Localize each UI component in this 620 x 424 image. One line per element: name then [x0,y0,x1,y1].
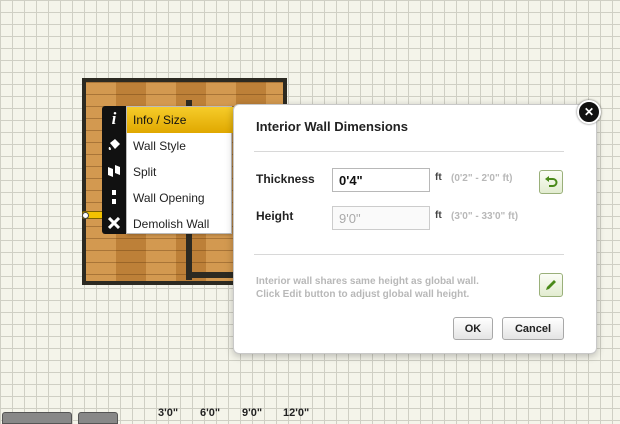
ruler-label: 9'0" [242,407,263,419]
pencil-icon [546,280,556,290]
menu-item-wall-style[interactable]: Wall Style [127,133,231,159]
ok-button[interactable]: OK [453,317,493,340]
edit-global-height-button[interactable] [539,273,563,297]
wall-endpoint-handle[interactable] [82,212,89,219]
height-unit: ft [435,210,442,221]
height-range: (3'0" - 33'0" ft) [451,211,519,222]
menu-item-split[interactable]: Split [127,159,231,185]
bottom-toolbar-tab[interactable] [78,412,118,424]
close-dialog-icon[interactable]: ✕ [577,100,601,124]
height-input [332,206,430,230]
reset-thickness-button[interactable] [539,170,563,194]
paint-bucket-icon[interactable] [102,132,126,158]
height-label: Height [256,209,294,223]
global-wall-note: Interior wall shares same height as glob… [256,275,526,301]
info-icon[interactable]: i [102,106,126,132]
cancel-button[interactable]: Cancel [502,317,564,340]
dialog-title: Interior Wall Dimensions [256,119,408,134]
divider [254,254,564,255]
menu-item-wall-opening[interactable]: Wall Opening [127,185,231,211]
divider [254,151,564,152]
context-menu-icon-bar: i [102,106,126,234]
ruler-label: 12'0" [283,407,310,419]
split-icon[interactable] [102,158,126,184]
menu-item-info-size[interactable]: Info / Size [127,107,247,133]
context-menu: Info / Size Wall Style Split Wall Openin… [126,106,247,237]
note-line-2: Click Edit button to adjust global wall … [256,289,470,300]
ruler-label: 6'0" [200,407,221,419]
thickness-input[interactable] [332,168,430,192]
menu-item-demolish-wall[interactable]: Demolish Wall [127,211,231,237]
bottom-toolbar-tab[interactable] [2,412,72,424]
thickness-unit: ft [435,172,442,183]
wall-opening-icon[interactable] [102,184,126,210]
thickness-label: Thickness [256,172,315,186]
undo-icon [545,176,558,187]
thickness-range: (0'2" - 2'0" ft) [451,173,513,184]
close-icon[interactable] [102,210,126,236]
ruler-label: 3'0" [158,407,179,419]
wall-dimensions-dialog: Interior Wall Dimensions Thickness ft (0… [233,104,597,354]
note-line-1: Interior wall shares same height as glob… [256,276,479,287]
